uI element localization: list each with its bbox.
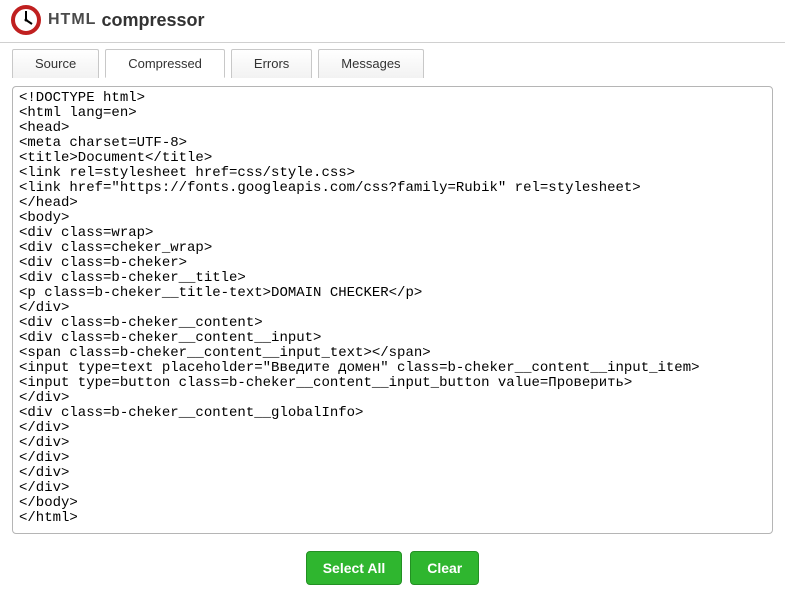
- logo-mark: HTML: [48, 11, 96, 29]
- tab-source[interactable]: Source: [12, 49, 99, 78]
- select-all-button[interactable]: Select All: [306, 551, 403, 585]
- app-logo: HTML compressor: [10, 4, 204, 36]
- clock-icon: [10, 4, 42, 36]
- main-content: Source Compressed Errors Messages Select…: [0, 49, 785, 601]
- logo-word: compressor: [101, 10, 204, 31]
- compressed-output[interactable]: [12, 86, 773, 534]
- tab-bar: Source Compressed Errors Messages: [12, 49, 773, 78]
- output-area: [12, 86, 773, 539]
- clear-button[interactable]: Clear: [410, 551, 479, 585]
- button-row: Select All Clear: [12, 551, 773, 585]
- tab-messages[interactable]: Messages: [318, 49, 423, 78]
- header-divider: [0, 42, 785, 43]
- tab-errors[interactable]: Errors: [231, 49, 312, 78]
- app-header: HTML compressor: [0, 0, 785, 40]
- tab-compressed[interactable]: Compressed: [105, 49, 225, 78]
